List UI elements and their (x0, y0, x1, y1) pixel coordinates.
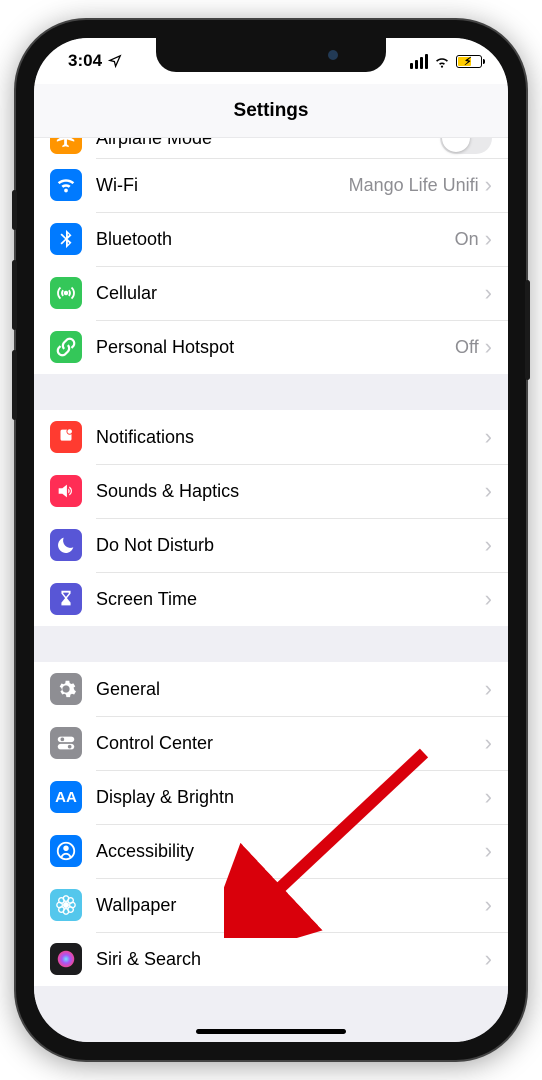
flower-icon (50, 889, 82, 921)
airplane-icon (50, 138, 82, 154)
row-label: Bluetooth (96, 229, 455, 250)
settings-row-airplane-mode[interactable]: Airplane Mode (34, 138, 508, 158)
row-label: Wi-Fi (96, 175, 349, 196)
row-label: Siri & Search (96, 949, 485, 970)
settings-list[interactable]: Airplane ModeWi-FiMango Life Unifi›Bluet… (34, 138, 508, 1042)
row-label: Display & Brightn (96, 787, 485, 808)
settings-row-display[interactable]: AA Display & Brightn› (34, 770, 508, 824)
settings-row-dnd[interactable]: Do Not Disturb› (34, 518, 508, 572)
speaker-icon (50, 475, 82, 507)
switches-icon (50, 727, 82, 759)
row-label: Sounds & Haptics (96, 481, 485, 502)
settings-group: General›Control Center›AADisplay & Brigh… (34, 662, 508, 986)
antenna-icon (50, 277, 82, 309)
home-indicator[interactable] (196, 1029, 346, 1034)
aa-icon: AA (50, 781, 82, 813)
settings-group: Airplane ModeWi-FiMango Life Unifi›Bluet… (34, 138, 508, 374)
chevron-right-icon: › (485, 786, 492, 808)
status-time: 3:04 (68, 51, 102, 71)
volume-up-button (12, 260, 17, 330)
row-label: Do Not Disturb (96, 535, 485, 556)
volume-down-button (12, 350, 17, 420)
cellular-signal-icon (410, 54, 428, 69)
chevron-right-icon: › (485, 894, 492, 916)
siri-icon (50, 943, 82, 975)
row-label: Airplane Mode (96, 138, 440, 149)
settings-row-wifi[interactable]: Wi-FiMango Life Unifi › (34, 158, 508, 212)
settings-row-hotspot[interactable]: Personal HotspotOff › (34, 320, 508, 374)
battery-icon: ⚡︎ (456, 55, 482, 68)
row-label: General (96, 679, 485, 700)
row-label: Screen Time (96, 589, 485, 610)
chevron-right-icon: › (485, 228, 492, 250)
chevron-right-icon: › (485, 732, 492, 754)
chevron-right-icon: › (485, 336, 492, 358)
moon-icon (50, 529, 82, 561)
chevron-right-icon: › (485, 282, 492, 304)
device-frame: 3:04 ⚡︎ Settings Airplane Mode Wi-FiMango… (16, 20, 526, 1060)
row-label: Notifications (96, 427, 485, 448)
settings-row-siri[interactable]: Siri & Search› (34, 932, 508, 986)
row-value: On (455, 229, 479, 250)
row-label: Wallpaper (96, 895, 485, 916)
toggle-switch[interactable] (440, 138, 492, 154)
chevron-right-icon: › (485, 588, 492, 610)
chevron-right-icon: › (485, 480, 492, 502)
side-button (12, 190, 17, 230)
gear-icon (50, 673, 82, 705)
settings-row-wallpaper[interactable]: Wallpaper› (34, 878, 508, 932)
chevron-right-icon: › (485, 426, 492, 448)
row-value: Mango Life Unifi (349, 175, 479, 196)
settings-row-screen-time[interactable]: Screen Time› (34, 572, 508, 626)
chevron-right-icon: › (485, 948, 492, 970)
settings-row-notifications[interactable]: Notifications› (34, 410, 508, 464)
row-label: Control Center (96, 733, 485, 754)
row-value: Off (455, 337, 479, 358)
power-button (525, 280, 530, 380)
wifi-icon (50, 169, 82, 201)
screen: 3:04 ⚡︎ Settings Airplane Mode Wi-FiMango… (34, 38, 508, 1042)
chevron-right-icon: › (485, 840, 492, 862)
link-icon (50, 331, 82, 363)
hourglass-icon (50, 583, 82, 615)
bluetooth-icon (50, 223, 82, 255)
person-circle-icon (50, 835, 82, 867)
chevron-right-icon: › (485, 174, 492, 196)
row-label: Cellular (96, 283, 485, 304)
notch (156, 38, 386, 72)
nav-bar: Settings (34, 84, 508, 138)
settings-row-accessibility[interactable]: Accessibility› (34, 824, 508, 878)
row-label: Personal Hotspot (96, 337, 455, 358)
wifi-status-icon (433, 54, 451, 68)
row-label: Accessibility (96, 841, 485, 862)
chevron-right-icon: › (485, 534, 492, 556)
chevron-right-icon: › (485, 678, 492, 700)
settings-row-cellular[interactable]: Cellular› (34, 266, 508, 320)
settings-row-sounds[interactable]: Sounds & Haptics› (34, 464, 508, 518)
page-title: Settings (234, 100, 309, 122)
settings-row-general[interactable]: General› (34, 662, 508, 716)
settings-row-bluetooth[interactable]: BluetoothOn › (34, 212, 508, 266)
location-icon (108, 54, 122, 68)
bell-icon (50, 421, 82, 453)
settings-group: Notifications›Sounds & Haptics›Do Not Di… (34, 410, 508, 626)
settings-row-control-center[interactable]: Control Center› (34, 716, 508, 770)
